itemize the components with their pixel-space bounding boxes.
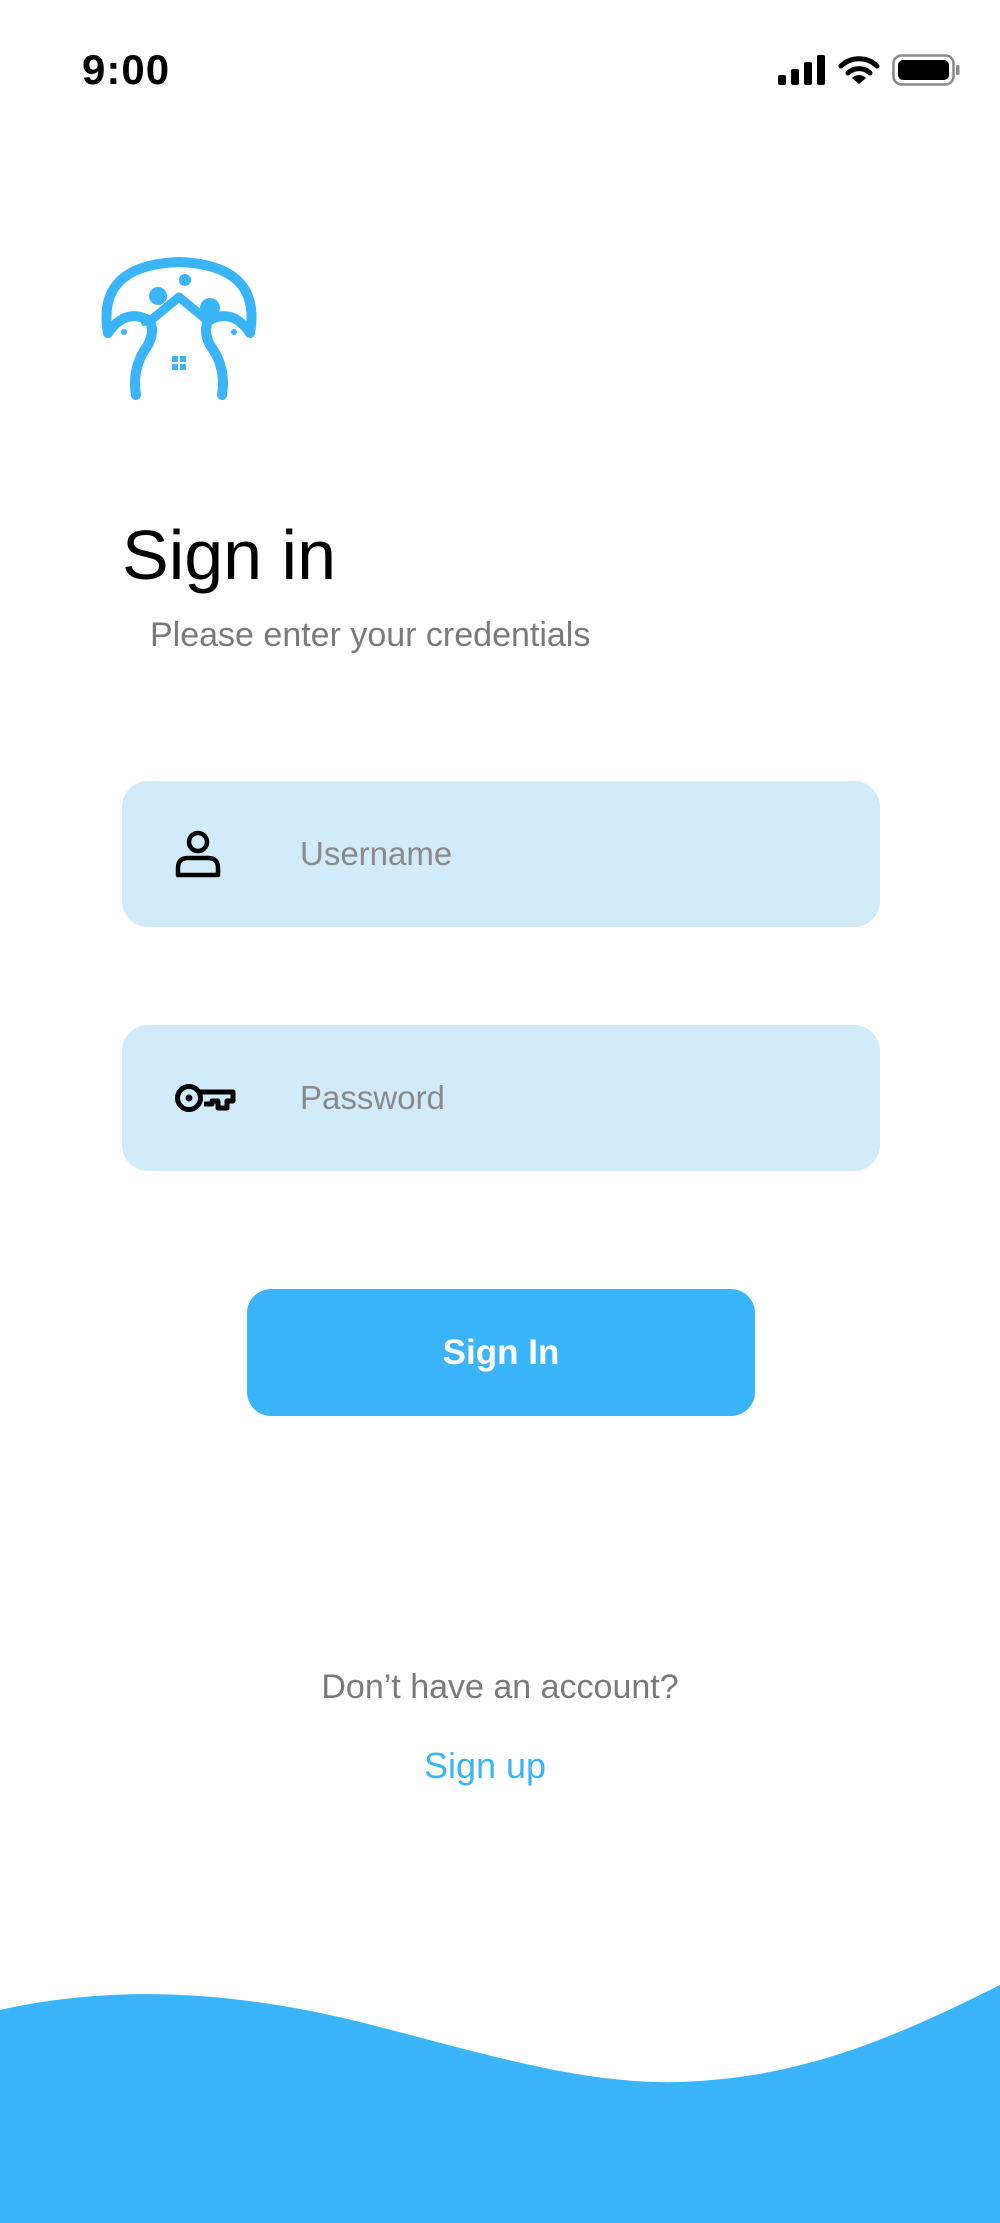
mushroom-house-logo <box>101 256 257 400</box>
sign-up-link[interactable]: Sign up <box>0 1745 970 1787</box>
page-title: Sign in <box>122 516 337 594</box>
key-icon <box>175 1084 236 1112</box>
password-field[interactable] <box>122 1025 880 1171</box>
page-subtitle: Please enter your credentials <box>150 616 591 654</box>
status-bar: 9:00 <box>0 0 1000 140</box>
decorative-wave <box>0 1985 1000 2223</box>
status-time: 9:00 <box>82 46 171 93</box>
username-field[interactable] <box>122 781 880 927</box>
signup-prompt: Don’t have an account? <box>321 1668 679 1706</box>
status-icons <box>778 54 960 86</box>
username-input[interactable] <box>300 781 840 927</box>
user-icon <box>175 830 221 878</box>
sign-in-button[interactable]: Sign In <box>247 1289 755 1416</box>
cellular-signal-icon <box>778 55 825 85</box>
wifi-icon <box>838 56 880 84</box>
battery-icon <box>892 54 960 86</box>
password-input[interactable] <box>300 1025 840 1171</box>
